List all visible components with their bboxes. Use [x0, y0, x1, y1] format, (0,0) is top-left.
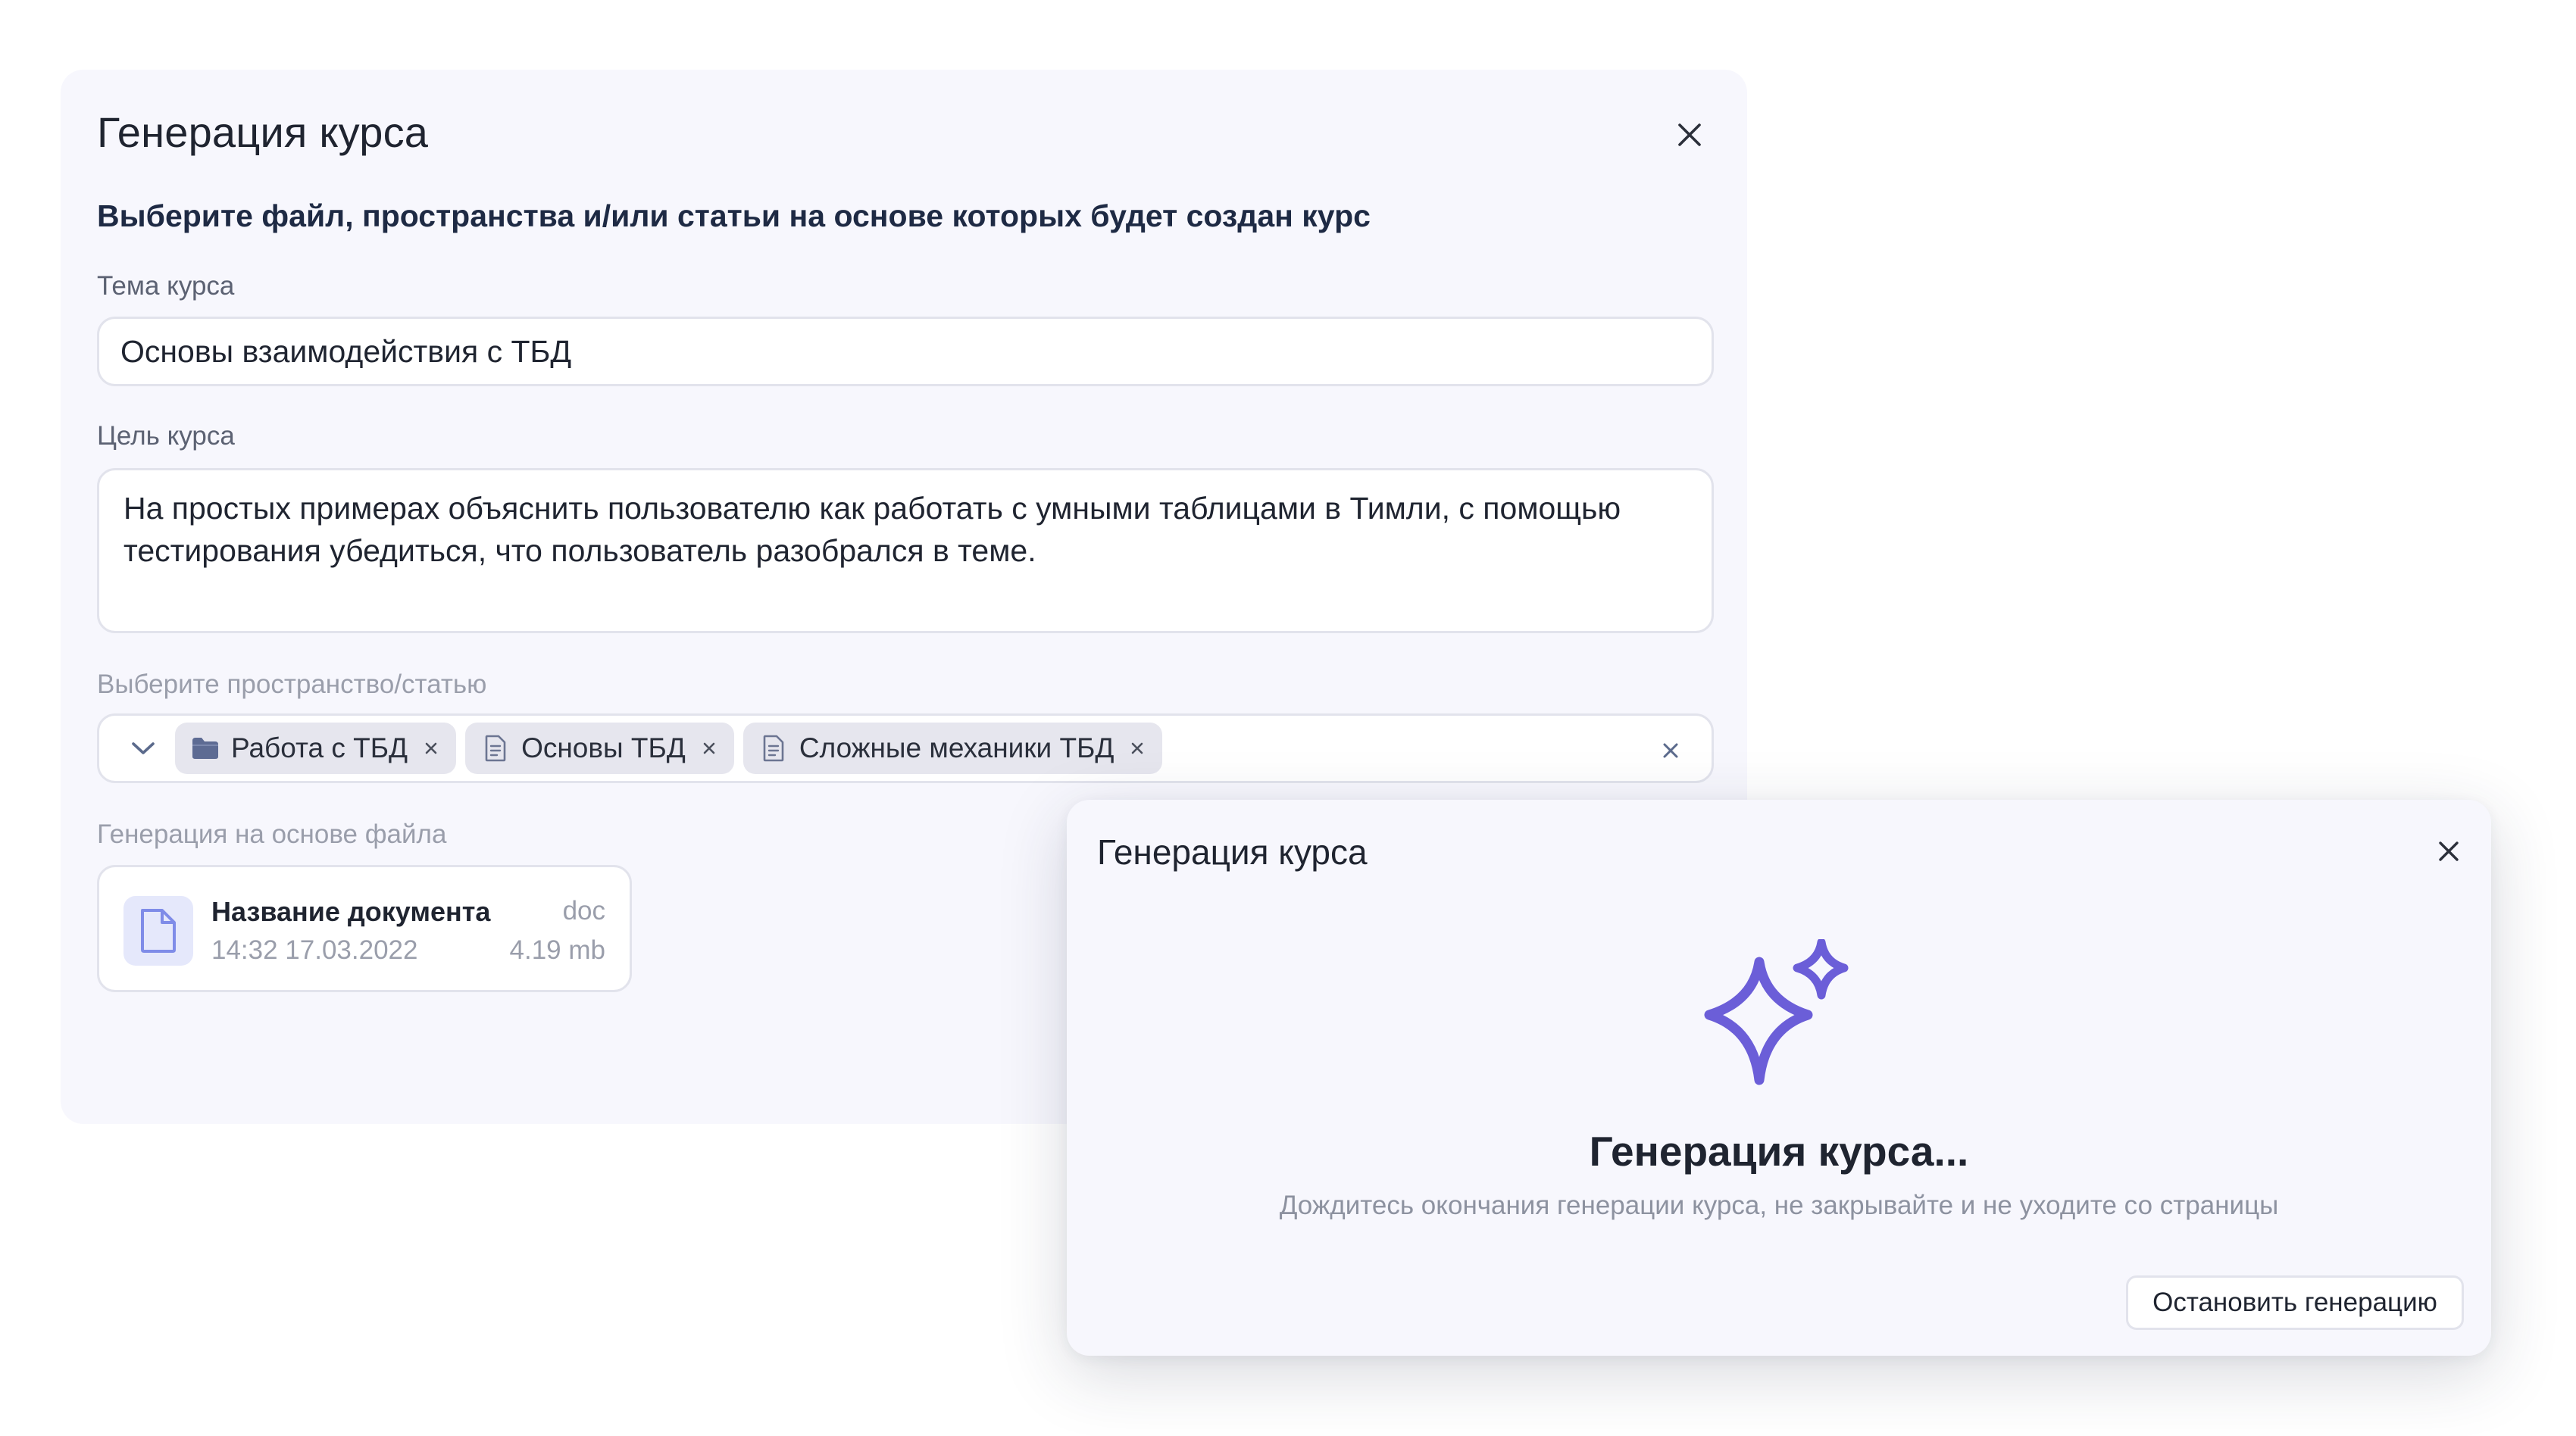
file-name: Название документа — [211, 896, 491, 927]
source-multiselect[interactable]: Работа с ТБД Основы ТБД Сложные механики… — [97, 713, 1714, 783]
chip-article[interactable]: Основы ТБД — [465, 723, 734, 774]
close-icon[interactable] — [1671, 117, 1708, 153]
document-icon — [758, 733, 789, 763]
generation-dialog: Генерация курса Генерация курса... Дожди… — [1067, 800, 2491, 1356]
folder-icon — [190, 733, 220, 763]
close-icon[interactable] — [2431, 833, 2467, 869]
remove-chip-icon[interactable] — [1126, 737, 1149, 760]
chip-label: Работа с ТБД — [231, 732, 408, 763]
document-icon — [480, 733, 511, 763]
screen: Генерация курса Выберите файл, пространс… — [0, 0, 2576, 1436]
dialog-title: Генерация курса — [97, 108, 429, 156]
clear-selection-icon[interactable] — [1652, 732, 1689, 769]
file-icon — [123, 896, 193, 966]
dialog-subtitle: Выберите файл, пространства и/или статьи… — [97, 198, 1371, 233]
chip-space[interactable]: Работа с ТБД — [175, 723, 457, 774]
goal-label: Цель курса — [97, 421, 235, 451]
sparkle-icon — [1704, 939, 1849, 1085]
goal-textarea[interactable]: На простых примерах объяснить пользовате… — [97, 468, 1714, 633]
file-card[interactable]: Название документа 14:32 17.03.2022 doc … — [97, 865, 632, 992]
remove-chip-icon[interactable] — [420, 737, 442, 760]
file-label: Генерация на основе файла — [97, 819, 447, 849]
chip-label: Сложные механики ТБД — [799, 732, 1114, 763]
remove-chip-icon[interactable] — [698, 737, 721, 760]
goal-value: На простых примерах объяснить пользовате… — [123, 491, 1621, 568]
chip-article[interactable]: Сложные механики ТБД — [742, 723, 1163, 774]
chevron-down-icon[interactable] — [120, 726, 166, 771]
topic-input[interactable]: Основы взаимодействия с ТБД — [97, 317, 1714, 386]
source-label: Выберите пространство/статью — [97, 670, 487, 699]
file-type: doc — [562, 896, 605, 926]
generation-description: Дождитесь окончания генерации курса, не … — [1279, 1191, 2279, 1220]
topic-value: Основы взаимодействия с ТБД — [120, 333, 572, 369]
file-date: 14:32 17.03.2022 — [211, 935, 418, 965]
chip-label: Основы ТБД — [521, 732, 686, 763]
file-size: 4.19 mb — [509, 935, 605, 965]
dialog-title: Генерация курса — [1097, 832, 1368, 872]
topic-label: Тема курса — [97, 271, 235, 301]
generation-heading: Генерация курса... — [1589, 1128, 1969, 1175]
stop-generation-button[interactable]: Остановить генерацию — [2126, 1275, 2464, 1330]
